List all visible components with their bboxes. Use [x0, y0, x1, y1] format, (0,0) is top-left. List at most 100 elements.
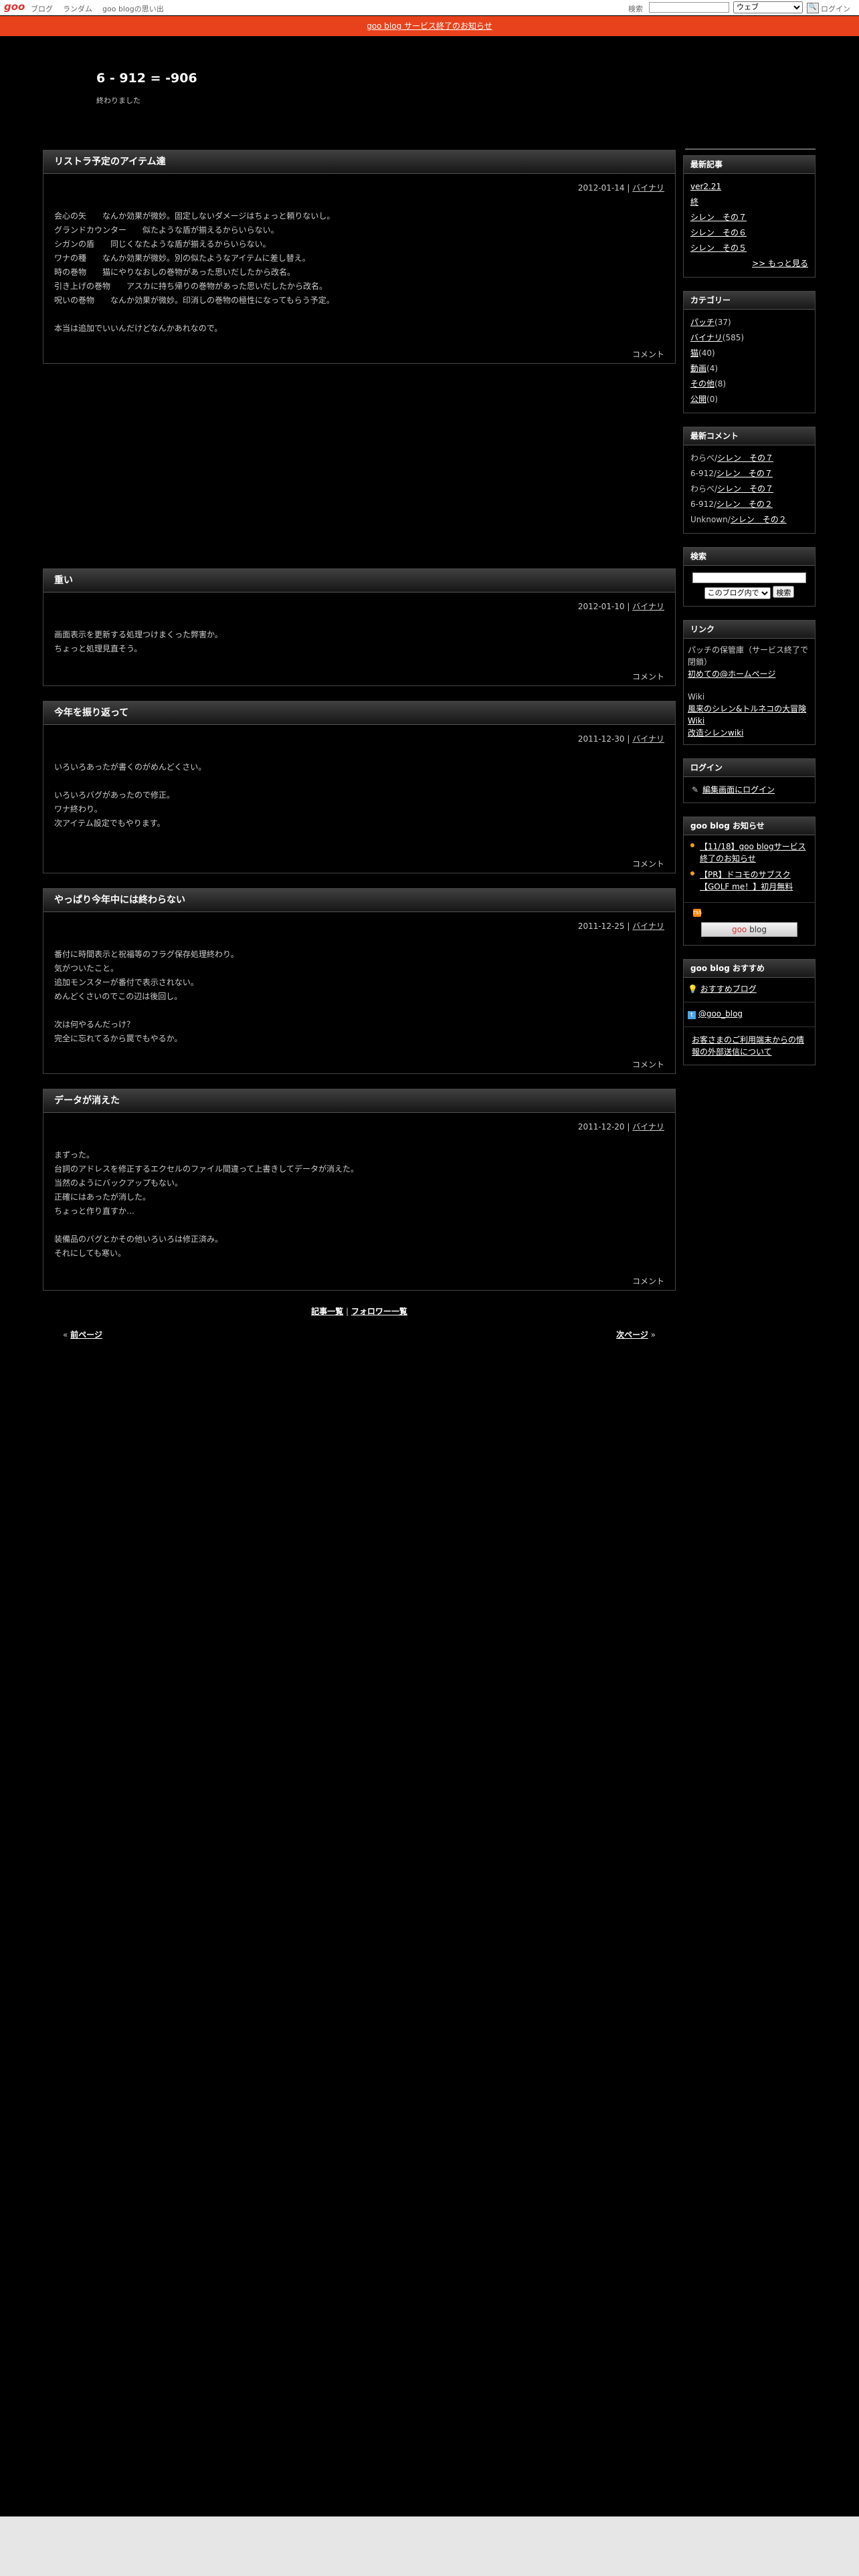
categories-box: カテゴリー パッチ(37) バイナリ(585) 猫(40) 動画(4) その他(… [683, 291, 816, 413]
category-count: (4) [706, 364, 719, 373]
goo-news-link[interactable]: 【11/18】goo blogサービス終了のお知らせ [700, 842, 806, 863]
entry-category-link[interactable]: バイナリ [632, 922, 664, 931]
entry-card: 重い 2012-01-10 | バイナリ 画面表示を更新する処理つけまくった弊害… [43, 568, 676, 686]
external-link[interactable]: 初めての@ホームページ [688, 669, 775, 679]
blog-title[interactable]: 6 - 912 = -906 [96, 71, 197, 86]
external-transmission-link[interactable]: お客さまのご利用端末からの情報の外部送信について [692, 1035, 804, 1057]
goo-recommend-heading: goo blog おすすめ [684, 960, 815, 978]
entry-category-link[interactable]: バイナリ [632, 734, 664, 744]
category-count: (0) [706, 395, 719, 404]
blog-search-heading: 検索 [684, 548, 815, 566]
bullet-icon [690, 871, 694, 875]
edit-login-link[interactable]: 編集画面にログイン [702, 785, 775, 794]
twitter-link[interactable]: @goo_blog [698, 1009, 743, 1018]
category-link[interactable]: 動画 [690, 364, 706, 373]
entry-date: 2011-12-20 [577, 1122, 625, 1132]
main-column: リストラ予定のアイテム達 2012-01-14 | バイナリ 会心の矢 なんか効… [43, 150, 676, 1349]
prev-page-link[interactable]: 前ページ [70, 1330, 102, 1339]
entry-meta: 2011-12-30 | バイナリ [577, 734, 664, 744]
comment-article-link[interactable]: シレン その７ [717, 469, 773, 478]
entry-meta: 2011-12-20 | バイナリ [577, 1122, 664, 1132]
entry-category-link[interactable]: バイナリ [632, 1122, 664, 1132]
search-scope-select[interactable]: ウェブ [733, 1, 803, 13]
comment-article-link[interactable]: シレン その２ [717, 500, 773, 509]
entry-title[interactable]: 重い [43, 569, 675, 593]
category-link[interactable]: パッチ [690, 318, 714, 327]
entry-date: 2011-12-30 [577, 734, 625, 744]
entry-meta: 2012-01-10 | バイナリ [577, 602, 664, 611]
category-link[interactable]: バイナリ [690, 333, 723, 342]
category-count: (37) [714, 318, 731, 327]
header-divider [685, 148, 816, 150]
recommended-blogs-link[interactable]: おすすめブログ [700, 984, 757, 994]
goo-blog-badge[interactable]: goo blog [701, 922, 797, 937]
entry-title[interactable]: 今年を振り返って [43, 702, 675, 725]
category-count: (40) [698, 348, 715, 358]
list-links-separator: | [345, 1307, 349, 1316]
goo-logo: goo [731, 925, 747, 934]
comment-link[interactable]: コメント [632, 859, 664, 869]
entry-date: 2012-01-14 [577, 183, 625, 193]
entry-category-link[interactable]: バイナリ [632, 602, 664, 611]
entry-card: 今年を振り返って 2011-12-30 | バイナリ いろいろあったが書くのがめ… [43, 701, 676, 873]
nav-memories-link[interactable]: goo blogの思い出 [102, 3, 164, 14]
category-count: (585) [722, 333, 745, 342]
blog-search-scope-select[interactable]: このブログ内で [704, 587, 771, 599]
next-page-link[interactable]: 次ページ [616, 1330, 648, 1339]
nav-blog-link[interactable]: ブログ [31, 3, 53, 14]
comment-link[interactable]: コメント [632, 672, 664, 681]
entry-category-link[interactable]: バイナリ [632, 183, 664, 193]
entry-title[interactable]: やっぱり今年中には終わらない [43, 889, 675, 912]
commenter-name: わらべ/ [690, 484, 718, 494]
service-end-notice-link[interactable]: goo blog サービス終了のお知らせ [367, 21, 492, 31]
blog-description: 終わりました [96, 96, 140, 105]
more-articles-link[interactable]: >> もっと見る [752, 259, 808, 268]
link-group-text: パッチの保管庫（サービス終了で閉鎖） [688, 645, 809, 667]
category-link[interactable]: その他 [690, 379, 714, 389]
comment-article-link[interactable]: シレン その７ [717, 453, 773, 463]
follower-list-link[interactable]: フォロワー一覧 [351, 1307, 407, 1316]
rss-icon[interactable]: rss [693, 909, 702, 917]
blog-search-button[interactable]: 検索 [773, 586, 795, 598]
nav-random-link[interactable]: ランダム [63, 3, 92, 14]
comment-link[interactable]: コメント [632, 1277, 664, 1286]
category-link[interactable]: 公開 [690, 395, 706, 404]
entry-body: いろいろあったが書くのがめんどくさい。 いろいろバグがあったので修正。 ワナ終わ… [54, 762, 207, 828]
comment-article-link[interactable]: シレン その２ [731, 515, 787, 524]
twitter-icon: t [688, 1011, 696, 1019]
goo-news-heading: goo blog お知らせ [684, 817, 815, 835]
goo-recommend-box: goo blog おすすめ 💡 おすすめブログ t @goo_blog お客さま… [683, 959, 816, 1065]
category-link[interactable]: 猫 [690, 348, 698, 358]
recent-article-link[interactable]: 終 [690, 197, 698, 207]
commenter-name: わらべ/ [690, 453, 718, 463]
recent-article-link[interactable]: シレン その５ [690, 243, 747, 253]
entry-card: データが消えた 2011-12-20 | バイナリ まずった。 台詞のアドレスを… [43, 1089, 676, 1291]
prev-arrow-icon: « [63, 1330, 68, 1339]
link-group-text: Wiki [688, 692, 705, 702]
commenter-name: 6-912/ [690, 500, 717, 509]
article-list-link[interactable]: 記事一覧 [311, 1307, 343, 1316]
search-input[interactable] [649, 2, 729, 13]
comment-link[interactable]: コメント [632, 1060, 664, 1069]
search-icon[interactable]: 🔍 [807, 3, 819, 13]
recent-article-link[interactable]: ver2.21 [690, 182, 721, 191]
entry-meta: 2012-01-14 | バイナリ [577, 183, 664, 193]
recent-article-link[interactable]: シレン その７ [690, 213, 747, 222]
recent-article-link[interactable]: シレン その６ [690, 228, 747, 237]
blog-search-input[interactable] [692, 572, 806, 583]
entry-title[interactable]: データが消えた [43, 1089, 675, 1113]
goo-news-link[interactable]: 【PR】ドコモのサブスク【GOLF me！】初月無料 [700, 870, 793, 891]
comment-link[interactable]: コメント [632, 350, 664, 359]
next-arrow-icon: » [650, 1330, 656, 1339]
entry-body: まずった。 台詞のアドレスを修正するエクセルのファイル間違って上書きしてデータが… [54, 1150, 359, 1258]
login-link[interactable]: ログイン [821, 3, 850, 14]
external-link[interactable]: 風来のシレン&トルネコの大冒険 Wiki [688, 704, 806, 726]
comment-article-link[interactable]: シレン その７ [717, 484, 773, 494]
entry-title[interactable]: リストラ予定のアイテム達 [43, 150, 675, 174]
pencil-icon: ✎ [692, 785, 699, 794]
goo-logo[interactable]: goo [4, 1, 25, 13]
goo-top-bar: goo ブログ ランダム goo blogの思い出 検索 ウェブ 🔍 ログイン [0, 0, 859, 15]
external-link[interactable]: 改造シレンwiki [688, 728, 743, 738]
entry-meta: 2011-12-25 | バイナリ [577, 922, 664, 931]
goo-blog-badge-label: blog [747, 925, 767, 934]
